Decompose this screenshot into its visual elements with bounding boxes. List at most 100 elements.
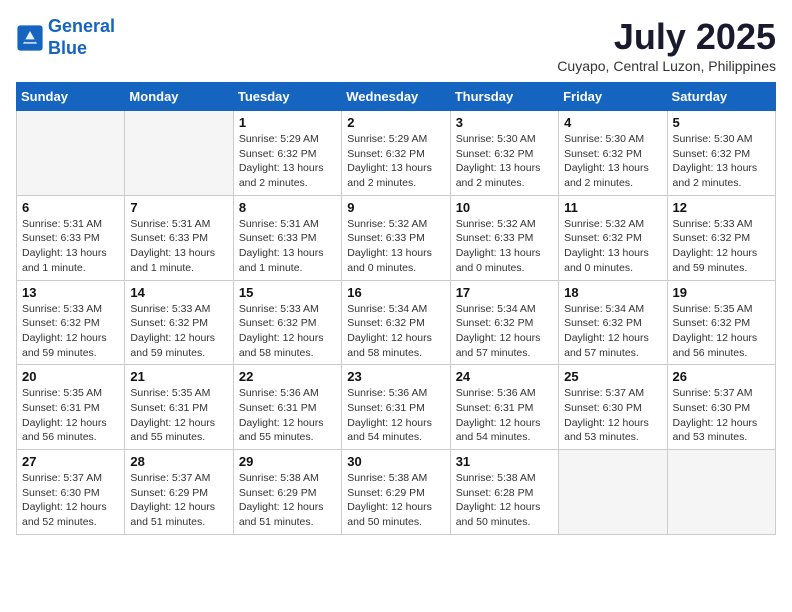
calendar-cell: 17Sunrise: 5:34 AM Sunset: 6:32 PM Dayli… (450, 280, 558, 365)
calendar-cell: 4 Sunrise: 5:30 AM Sunset: 6:32 PM Daylig… (559, 111, 667, 196)
day-number: 9 (347, 200, 444, 215)
calendar-cell: 10 Sunrise: 5:32 AM Sunset: 6:33 PM Dayli… (450, 195, 558, 280)
day-info: Sunrise: 5:36 AM Sunset: 6:31 PM Dayligh… (347, 386, 444, 445)
weekday-header-thursday: Thursday (450, 83, 558, 111)
weekday-header-friday: Friday (559, 83, 667, 111)
weekday-header-tuesday: Tuesday (233, 83, 341, 111)
day-number: 8 (239, 200, 336, 215)
day-info: Sunrise: 5:36 AM Sunset: 6:31 PM Dayligh… (456, 386, 553, 445)
day-info: Sunrise: 5:29 AM Sunset: 6:32 PM Dayligh… (347, 132, 444, 191)
day-number: 29 (239, 454, 336, 469)
day-info: Sunrise: 5:30 AM Sunset: 6:32 PM Dayligh… (564, 132, 661, 191)
calendar-cell (667, 450, 775, 535)
logo-icon (16, 24, 44, 52)
day-number: 1 (239, 115, 336, 130)
day-number: 19 (673, 285, 770, 300)
day-number: 6 (22, 200, 119, 215)
day-number: 10 (456, 200, 553, 215)
day-number: 13 (22, 285, 119, 300)
day-info: Sunrise: 5:37 AM Sunset: 6:30 PM Dayligh… (22, 471, 119, 530)
day-number: 31 (456, 454, 553, 469)
calendar-week-1: 1 Sunrise: 5:29 AM Sunset: 6:32 PM Daylig… (17, 111, 776, 196)
day-number: 24 (456, 369, 553, 384)
day-number: 2 (347, 115, 444, 130)
day-info: Sunrise: 5:31 AM Sunset: 6:33 PM Dayligh… (130, 217, 227, 276)
weekday-header-saturday: Saturday (667, 83, 775, 111)
logo-line1: General (48, 16, 115, 36)
day-info: Sunrise: 5:35 AM Sunset: 6:31 PM Dayligh… (130, 386, 227, 445)
logo-text: General Blue (48, 16, 115, 59)
day-info: Sunrise: 5:35 AM Sunset: 6:31 PM Dayligh… (22, 386, 119, 445)
calendar-cell: 6 Sunrise: 5:31 AM Sunset: 6:33 PM Daylig… (17, 195, 125, 280)
location: Cuyapo, Central Luzon, Philippines (557, 58, 776, 74)
day-number: 26 (673, 369, 770, 384)
logo: General Blue (16, 16, 115, 59)
day-info: Sunrise: 5:38 AM Sunset: 6:29 PM Dayligh… (347, 471, 444, 530)
day-number: 30 (347, 454, 444, 469)
weekday-header-wednesday: Wednesday (342, 83, 450, 111)
calendar-cell: 8 Sunrise: 5:31 AM Sunset: 6:33 PM Daylig… (233, 195, 341, 280)
weekday-header-row: SundayMondayTuesdayWednesdayThursdayFrid… (17, 83, 776, 111)
day-info: Sunrise: 5:32 AM Sunset: 6:32 PM Dayligh… (564, 217, 661, 276)
calendar-week-2: 6 Sunrise: 5:31 AM Sunset: 6:33 PM Daylig… (17, 195, 776, 280)
calendar-cell (17, 111, 125, 196)
day-info: Sunrise: 5:34 AM Sunset: 6:32 PM Dayligh… (456, 302, 553, 361)
day-info: Sunrise: 5:38 AM Sunset: 6:28 PM Dayligh… (456, 471, 553, 530)
day-info: Sunrise: 5:38 AM Sunset: 6:29 PM Dayligh… (239, 471, 336, 530)
day-number: 23 (347, 369, 444, 384)
calendar-cell: 9Sunrise: 5:32 AM Sunset: 6:33 PM Daylig… (342, 195, 450, 280)
day-number: 16 (347, 285, 444, 300)
calendar-cell: 16 Sunrise: 5:34 AM Sunset: 6:32 PM Dayli… (342, 280, 450, 365)
calendar-week-4: 20 Sunrise: 5:35 AM Sunset: 6:31 PM Dayli… (17, 365, 776, 450)
calendar-cell: 21Sunrise: 5:35 AM Sunset: 6:31 PM Dayli… (125, 365, 233, 450)
calendar-cell: 5Sunrise: 5:30 AM Sunset: 6:32 PM Daylig… (667, 111, 775, 196)
calendar-cell: 31 Sunrise: 5:38 AM Sunset: 6:28 PM Dayli… (450, 450, 558, 535)
day-number: 27 (22, 454, 119, 469)
calendar-cell: 3 Sunrise: 5:30 AM Sunset: 6:32 PM Daylig… (450, 111, 558, 196)
calendar-cell: 27 Sunrise: 5:37 AM Sunset: 6:30 PM Dayli… (17, 450, 125, 535)
calendar-cell: 20 Sunrise: 5:35 AM Sunset: 6:31 PM Dayli… (17, 365, 125, 450)
day-info: Sunrise: 5:37 AM Sunset: 6:29 PM Dayligh… (130, 471, 227, 530)
calendar-cell: 15Sunrise: 5:33 AM Sunset: 6:32 PM Dayli… (233, 280, 341, 365)
calendar-cell (559, 450, 667, 535)
calendar-cell: 29 Sunrise: 5:38 AM Sunset: 6:29 PM Dayli… (233, 450, 341, 535)
day-number: 14 (130, 285, 227, 300)
day-number: 4 (564, 115, 661, 130)
day-number: 7 (130, 200, 227, 215)
day-info: Sunrise: 5:37 AM Sunset: 6:30 PM Dayligh… (673, 386, 770, 445)
day-info: Sunrise: 5:34 AM Sunset: 6:32 PM Dayligh… (347, 302, 444, 361)
logo-line2: Blue (48, 38, 87, 58)
day-number: 28 (130, 454, 227, 469)
day-info: Sunrise: 5:30 AM Sunset: 6:32 PM Dayligh… (456, 132, 553, 191)
calendar-cell: 23 Sunrise: 5:36 AM Sunset: 6:31 PM Dayli… (342, 365, 450, 450)
day-number: 18 (564, 285, 661, 300)
day-number: 20 (22, 369, 119, 384)
day-number: 3 (456, 115, 553, 130)
calendar-week-3: 13 Sunrise: 5:33 AM Sunset: 6:32 PM Dayli… (17, 280, 776, 365)
day-info: Sunrise: 5:29 AM Sunset: 6:32 PM Dayligh… (239, 132, 336, 191)
calendar-week-5: 27 Sunrise: 5:37 AM Sunset: 6:30 PM Dayli… (17, 450, 776, 535)
day-info: Sunrise: 5:32 AM Sunset: 6:33 PM Dayligh… (456, 217, 553, 276)
calendar-cell: 28 Sunrise: 5:37 AM Sunset: 6:29 PM Dayli… (125, 450, 233, 535)
calendar-cell: 18 Sunrise: 5:34 AM Sunset: 6:32 PM Dayli… (559, 280, 667, 365)
day-number: 22 (239, 369, 336, 384)
day-number: 15 (239, 285, 336, 300)
day-info: Sunrise: 5:33 AM Sunset: 6:32 PM Dayligh… (673, 217, 770, 276)
day-info: Sunrise: 5:30 AM Sunset: 6:32 PM Dayligh… (673, 132, 770, 191)
month-year: July 2025 (557, 16, 776, 58)
day-number: 12 (673, 200, 770, 215)
calendar-cell (125, 111, 233, 196)
day-info: Sunrise: 5:35 AM Sunset: 6:32 PM Dayligh… (673, 302, 770, 361)
title-block: July 2025 Cuyapo, Central Luzon, Philipp… (557, 16, 776, 74)
day-info: Sunrise: 5:33 AM Sunset: 6:32 PM Dayligh… (130, 302, 227, 361)
day-info: Sunrise: 5:37 AM Sunset: 6:30 PM Dayligh… (564, 386, 661, 445)
calendar-cell: 14 Sunrise: 5:33 AM Sunset: 6:32 PM Dayli… (125, 280, 233, 365)
calendar-cell: 12 Sunrise: 5:33 AM Sunset: 6:32 PM Dayli… (667, 195, 775, 280)
day-info: Sunrise: 5:34 AM Sunset: 6:32 PM Dayligh… (564, 302, 661, 361)
calendar-cell: 25 Sunrise: 5:37 AM Sunset: 6:30 PM Dayli… (559, 365, 667, 450)
day-info: Sunrise: 5:31 AM Sunset: 6:33 PM Dayligh… (239, 217, 336, 276)
day-number: 25 (564, 369, 661, 384)
calendar-cell: 30 Sunrise: 5:38 AM Sunset: 6:29 PM Dayli… (342, 450, 450, 535)
day-info: Sunrise: 5:31 AM Sunset: 6:33 PM Dayligh… (22, 217, 119, 276)
calendar-cell: 2 Sunrise: 5:29 AM Sunset: 6:32 PM Daylig… (342, 111, 450, 196)
